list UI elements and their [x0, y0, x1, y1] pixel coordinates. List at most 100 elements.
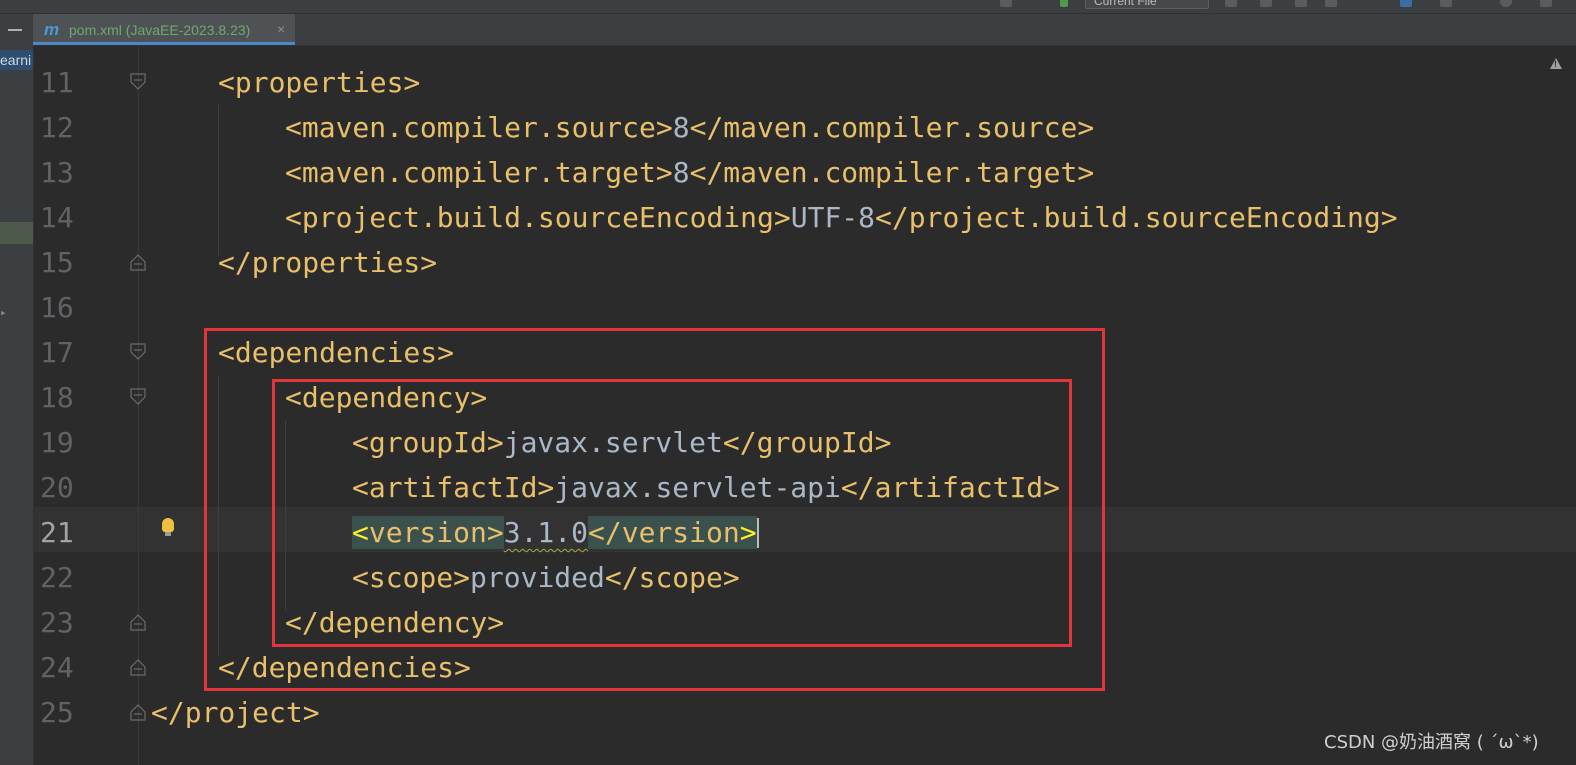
maven-file-icon: m — [44, 20, 60, 39]
line-number: 23 — [40, 606, 74, 639]
code-token: <project.build.sourceEncoding> — [285, 201, 791, 234]
line-number: 12 — [40, 111, 74, 144]
debug-icon[interactable] — [1260, 0, 1272, 7]
code-line[interactable]: 17 <dependencies> — [34, 330, 1576, 375]
code-text: </dependency> — [285, 600, 504, 645]
fold-open-icon[interactable] — [129, 342, 147, 362]
code-token: javax.servlet-api — [554, 471, 841, 504]
code-token: <maven.compiler.target> — [285, 156, 673, 189]
run-icon[interactable] — [1225, 0, 1237, 7]
code-line[interactable]: 13 <maven.compiler.target>8</maven.compil… — [34, 150, 1576, 195]
tab-pom-xml[interactable]: m pom.xml (JavaEE-2023.8.23) × — [33, 14, 295, 45]
code-text: <version>3.1.0</version> — [352, 510, 759, 555]
stop-icon[interactable] — [1325, 0, 1337, 7]
line-number: 13 — [40, 156, 74, 189]
line-number: 15 — [40, 246, 74, 279]
text-caret — [756, 518, 759, 548]
vcs-icon[interactable] — [1400, 0, 1412, 7]
indent-guide — [285, 420, 286, 610]
fold-close-icon[interactable] — [129, 612, 147, 632]
line-number: 14 — [40, 201, 74, 234]
code-line[interactable]: 23 </dependency> — [34, 600, 1576, 645]
code-token: > — [739, 516, 757, 549]
fold-close-icon[interactable] — [129, 657, 147, 677]
code-line[interactable]: 12 <maven.compiler.source>8</maven.compil… — [34, 105, 1576, 150]
code-line[interactable]: 16 — [34, 285, 1576, 330]
code-token: <maven.compiler.source> — [285, 111, 673, 144]
history-icon[interactable] — [1500, 0, 1512, 7]
update-icon[interactable] — [1440, 0, 1452, 7]
code-token: javax.servlet — [503, 426, 723, 459]
code-line[interactable]: 15 </properties> — [34, 240, 1576, 285]
line-number: 24 — [40, 651, 74, 684]
fold-open-icon[interactable] — [129, 387, 147, 407]
code-text: <maven.compiler.source>8</maven.compiler… — [285, 105, 1094, 150]
project-tree-label: earni — [0, 52, 32, 68]
code-text: <scope>provided</scope> — [352, 555, 740, 600]
code-token: </maven.compiler.target> — [689, 156, 1095, 189]
code-token: </project.build.sourceEncoding> — [875, 201, 1398, 234]
fold-close-icon[interactable] — [129, 702, 147, 722]
indent-guide — [218, 105, 219, 255]
line-number: 25 — [40, 696, 74, 729]
code-text: <artifactId>javax.servlet-api</artifactI… — [352, 465, 1060, 510]
build-hammer-icon[interactable] — [1060, 0, 1068, 7]
code-token: < — [352, 516, 369, 549]
coverage-icon[interactable] — [1295, 0, 1307, 7]
code-token: <scope> — [352, 561, 471, 594]
code-text: <properties> — [218, 60, 420, 105]
code-token: 8 — [672, 111, 690, 144]
code-token: <properties> — [218, 66, 421, 99]
line-number: 11 — [40, 66, 74, 99]
code-token: version> — [368, 516, 504, 549]
tab-title: pom.xml (JavaEE-2023.8.23) — [69, 22, 251, 38]
code-token: </maven.compiler.source> — [689, 111, 1095, 144]
code-line[interactable]: 24 </dependencies> — [34, 645, 1576, 690]
line-number: 21 — [40, 516, 74, 549]
code-text: <groupId>javax.servlet</groupId> — [352, 420, 891, 465]
code-text: </project> — [151, 690, 320, 735]
code-token: <artifactId> — [352, 471, 555, 504]
code-line[interactable]: 20 <artifactId>javax.servlet-api</artifac… — [34, 465, 1576, 510]
code-token: </groupId> — [722, 426, 892, 459]
code-token: </properties> — [218, 246, 438, 279]
code-token: <dependency> — [285, 381, 488, 414]
code-text: <project.build.sourceEncoding>UTF-8</pro… — [285, 195, 1398, 240]
code-text: <maven.compiler.target>8</maven.compiler… — [285, 150, 1094, 195]
code-line[interactable]: 14 <project.build.sourceEncoding>UTF-8</p… — [34, 195, 1576, 240]
collapse-icon[interactable] — [8, 29, 22, 31]
line-number: 16 — [40, 291, 74, 324]
code-token: 3.1.0 — [503, 516, 589, 549]
code-line[interactable]: 18 <dependency> — [34, 375, 1576, 420]
code-token: 8 — [672, 156, 690, 189]
build-icon[interactable] — [1000, 0, 1012, 7]
fold-open-icon[interactable] — [129, 72, 147, 92]
code-editor[interactable]: ! 11 <properties> 12 <maven.compiler.source… — [34, 46, 1576, 765]
code-token: provided — [470, 561, 605, 594]
line-number: 17 — [40, 336, 74, 369]
code-text: </dependencies> — [218, 645, 471, 690]
project-tree-item[interactable]: earni — [0, 50, 33, 70]
code-line[interactable]: 11 <properties> — [34, 60, 1576, 105]
code-token: </project> — [151, 696, 320, 729]
code-token: <dependencies> — [218, 336, 455, 369]
main-toolbar: Current File — [0, 0, 1576, 14]
code-line[interactable]: 21 <version>3.1.0</version> — [34, 510, 1576, 555]
code-token: </version — [588, 516, 740, 549]
code-text: </properties> — [218, 240, 437, 285]
code-token: </dependencies> — [218, 651, 471, 684]
code-token: </scope> — [604, 561, 740, 594]
close-icon[interactable]: × — [277, 21, 285, 37]
project-tree-selected-row[interactable] — [0, 222, 33, 244]
indent-guide — [218, 375, 219, 655]
code-line[interactable]: 19 <groupId>javax.servlet</groupId> — [34, 420, 1576, 465]
code-text: <dependency> — [285, 375, 487, 420]
tree-mark-icon: ▸ — [0, 306, 7, 319]
settings-icon[interactable] — [1540, 0, 1552, 7]
run-config-select[interactable]: Current File — [1085, 0, 1209, 9]
code-token: </dependency> — [285, 606, 505, 639]
editor-tab-bar: m pom.xml (JavaEE-2023.8.23) × — [33, 14, 1576, 46]
fold-close-icon[interactable] — [129, 252, 147, 272]
code-line[interactable]: 22 <scope>provided</scope> — [34, 555, 1576, 600]
line-number: 18 — [40, 381, 74, 414]
